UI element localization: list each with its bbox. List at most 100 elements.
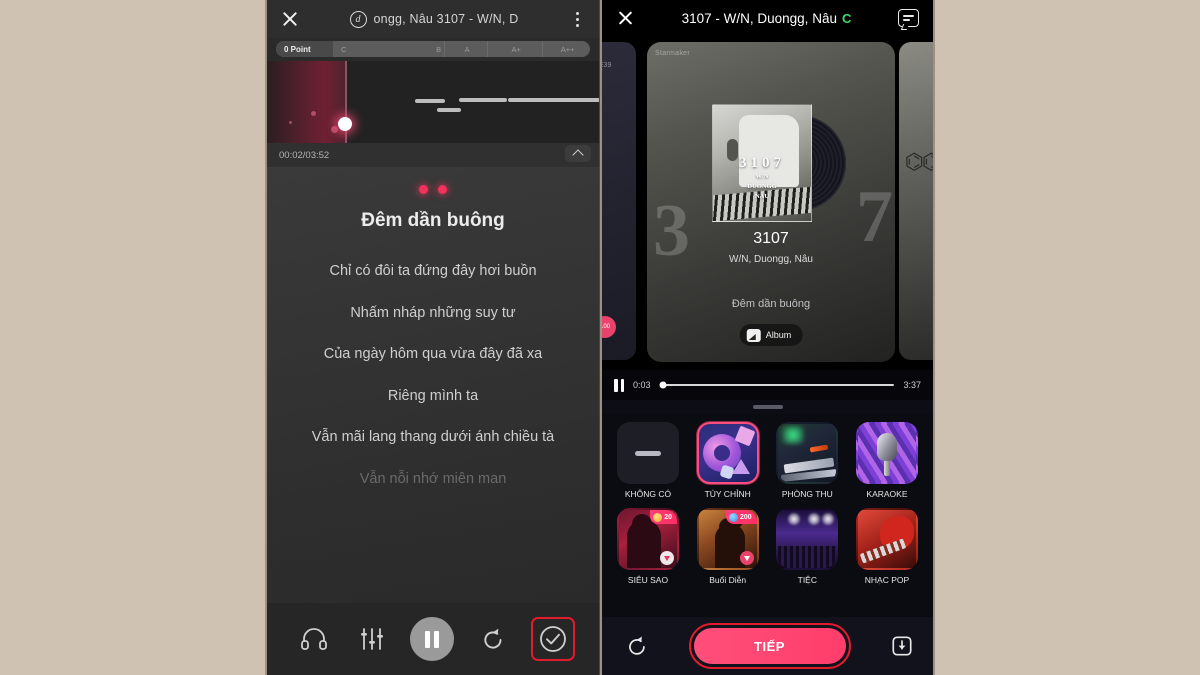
effect-label: TIỆC bbox=[797, 575, 817, 585]
download-icon[interactable] bbox=[739, 551, 754, 565]
grade-a-plus-plus: A++ bbox=[560, 44, 575, 54]
effect-thumbnail: 20 bbox=[617, 508, 679, 570]
pitch-visualizer bbox=[267, 61, 599, 143]
effect-label: TÙY CHỈNH bbox=[704, 489, 751, 499]
close-icon[interactable] bbox=[616, 9, 635, 28]
decorative-shape bbox=[782, 426, 805, 444]
seek-handle[interactable] bbox=[659, 381, 667, 389]
pause-icon bbox=[434, 630, 440, 648]
next-button[interactable]: TIẾP bbox=[693, 628, 846, 664]
album-cover: 3107 W/N DUONGG NÂU bbox=[712, 104, 812, 222]
effect-item-superstar[interactable]: 20 SIÊU SAO bbox=[614, 508, 682, 585]
drag-handle[interactable] bbox=[752, 405, 783, 409]
chevron-up-icon[interactable] bbox=[565, 145, 591, 162]
sheet-drag-handle-wrap[interactable] bbox=[602, 400, 933, 414]
download-icon[interactable] bbox=[660, 551, 674, 565]
grade-b: B bbox=[349, 41, 446, 57]
album-icon bbox=[746, 328, 761, 342]
confirm-button[interactable] bbox=[533, 619, 573, 659]
coin-icon bbox=[653, 512, 663, 522]
effect-thumbnail bbox=[855, 422, 918, 484]
pitch-note bbox=[459, 98, 507, 102]
current-time: 0:03 bbox=[633, 380, 651, 390]
effect-item-custom[interactable]: TÙY CHỈNH bbox=[694, 422, 762, 499]
more-vertical-icon[interactable] bbox=[568, 11, 586, 27]
lyrics-panel[interactable]: Đêm dần buông Chỉ có đôi ta đứng đây hơi… bbox=[267, 167, 599, 605]
download-button[interactable] bbox=[889, 633, 915, 659]
left-topbar: d ongg, Nâu 3107 - W/N, D bbox=[267, 0, 599, 38]
status-badge: C bbox=[841, 10, 852, 26]
left-control-bar bbox=[267, 603, 599, 675]
carousel-card-previous[interactable]: 3E39 100 bbox=[602, 42, 636, 360]
recording-indicator bbox=[267, 177, 599, 208]
restart-icon bbox=[484, 628, 502, 649]
pitch-spark bbox=[289, 121, 292, 124]
effect-item-studio[interactable]: PHÒNG THU bbox=[773, 422, 841, 499]
effect-item-karaoke[interactable]: KARAOKE bbox=[853, 422, 921, 499]
grade-a-plus: A+ bbox=[488, 41, 544, 57]
restart-icon bbox=[629, 636, 645, 655]
decorative-shape bbox=[719, 464, 735, 480]
lyric-preview: Đêm dần buông bbox=[731, 298, 811, 310]
decorative-shape bbox=[778, 546, 837, 568]
decorative-shape bbox=[632, 514, 652, 534]
lyric-line: Vẫn mãi lang thang dưới ánh chiều tà bbox=[311, 429, 555, 446]
song-marquee: d ongg, Nâu 3107 - W/N, D bbox=[300, 10, 568, 28]
song-artists: W/N, Duongg, Nâu bbox=[729, 254, 813, 265]
pause-icon bbox=[425, 630, 431, 648]
album-label: Album bbox=[765, 330, 792, 340]
effect-item-concert[interactable]: 200 Buổi Diễn bbox=[694, 508, 762, 585]
lyric-line: Của ngày hôm qua vừa đây đã xa bbox=[323, 346, 543, 363]
player-bar: 0:03 3:37 bbox=[602, 370, 933, 400]
cover-artist-2: DUONGG bbox=[747, 182, 777, 190]
cover-artist-1: W/N bbox=[755, 173, 769, 180]
effect-item-none[interactable]: KHÔNG CÓ bbox=[614, 422, 682, 499]
side-card-badge: 100 bbox=[602, 316, 616, 338]
carousel-card-current[interactable]: Starmaker 3 7 3107 W/N DUONGG NÂU 3107 W… bbox=[647, 42, 895, 362]
effects-grid: KHÔNG CÓ TÙY CHỈNH PHÒNG THU KARAOKE 20 … bbox=[602, 414, 933, 598]
confirm-button-highlight bbox=[530, 617, 575, 661]
effect-label: NHẠC POP bbox=[864, 575, 910, 585]
card-carousel[interactable]: 3E39 100 ⌬⌬ Starmaker 3 7 3107 bbox=[602, 36, 933, 370]
pause-button[interactable] bbox=[410, 617, 455, 661]
download-icon bbox=[892, 636, 912, 656]
carousel-card-next[interactable]: ⌬⌬ bbox=[899, 42, 933, 360]
pitch-note bbox=[437, 108, 461, 112]
album-button[interactable]: Album bbox=[739, 324, 803, 346]
decorative-shape bbox=[810, 444, 829, 453]
grade-scale: C B A A+ A++ bbox=[276, 41, 590, 57]
album-artwork: 3107 W/N DUONGG NÂU bbox=[712, 104, 846, 222]
restart-button[interactable] bbox=[473, 619, 513, 659]
pause-icon bbox=[614, 378, 618, 392]
effect-item-pop[interactable]: NHẠC POP bbox=[853, 508, 921, 585]
decorative-shape bbox=[808, 513, 821, 525]
equalizer-button[interactable] bbox=[352, 619, 392, 659]
restart-button[interactable] bbox=[624, 633, 650, 659]
headphones-button[interactable] bbox=[294, 619, 334, 659]
close-icon[interactable] bbox=[280, 9, 300, 29]
coin-icon bbox=[728, 512, 738, 522]
effect-thumbnail bbox=[855, 508, 918, 570]
effect-thumbnail bbox=[696, 422, 759, 484]
effects-screen-panel: 3107 - W/N, Duongg, Nâu C 3E39 100 ⌬⌬ St… bbox=[600, 0, 935, 675]
seek-slider[interactable] bbox=[659, 381, 895, 389]
microphone-icon bbox=[876, 433, 897, 461]
effect-thumbnail bbox=[776, 508, 839, 570]
pause-button[interactable] bbox=[614, 378, 624, 392]
effect-thumbnail bbox=[776, 422, 839, 484]
comment-icon[interactable] bbox=[898, 9, 919, 27]
effects-row-2: 20 SIÊU SAO 200 Buổi Diễn TIỆC NHẠC POP bbox=[614, 508, 921, 585]
app-watermark: Starmaker bbox=[655, 50, 690, 57]
recording-time: 00:02/03:52 bbox=[279, 149, 330, 161]
price-value: 200 bbox=[739, 513, 752, 521]
lyric-line: Đêm dần buông bbox=[361, 210, 505, 231]
effect-item-party[interactable]: TIỆC bbox=[773, 508, 841, 585]
effect-label: SIÊU SAO bbox=[627, 575, 669, 585]
effect-label: PHÒNG THU bbox=[781, 489, 833, 499]
effects-row-1: KHÔNG CÓ TÙY CHỈNH PHÒNG THU KARAOKE bbox=[614, 422, 921, 499]
effect-thumbnail: 200 bbox=[696, 508, 759, 570]
right-bottom-bar: TIẾP bbox=[602, 617, 933, 675]
pitch-spark bbox=[331, 126, 338, 133]
lyric-line: Nhấm nháp những suy tư bbox=[350, 304, 516, 321]
side-card-glyph: ⌬⌬ bbox=[904, 149, 933, 174]
